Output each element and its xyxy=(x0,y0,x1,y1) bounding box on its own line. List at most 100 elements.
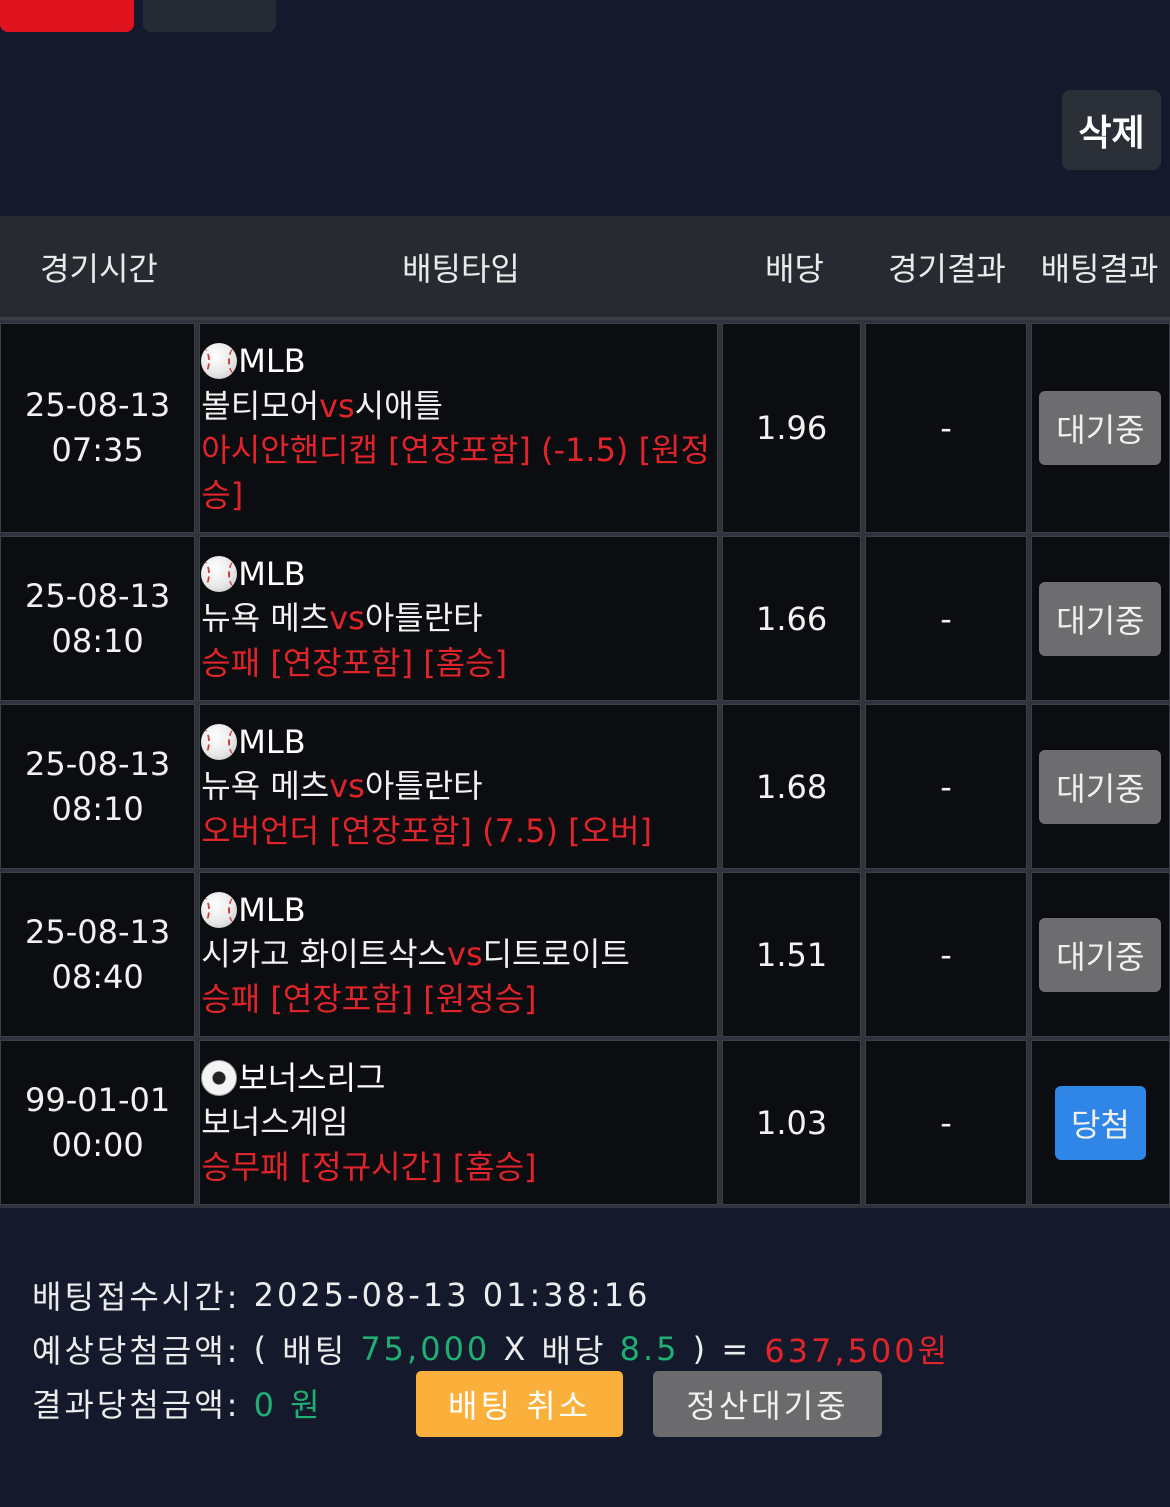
odds-cell: 1.96 xyxy=(722,323,862,533)
bet-status-badge[interactable]: 대기중 xyxy=(1039,917,1162,992)
home-team: 시카고 화이트삭스 xyxy=(201,935,447,974)
table-row: 99-01-01 00:00 보너스리그 보너스게임 승무패 [정규시간] [홈… xyxy=(0,1037,1170,1205)
column-header-odds: 배당 xyxy=(765,249,824,288)
match-teams: 뉴욕 메츠vs아틀란타 xyxy=(201,596,507,641)
game-date: 99-01-01 xyxy=(25,1080,171,1119)
baseball-icon xyxy=(201,556,238,592)
vs-label: vs xyxy=(319,386,355,425)
game-time: 00:00 xyxy=(51,1125,144,1164)
game-time: 07:35 xyxy=(51,431,144,469)
league-name: MLB xyxy=(238,890,306,929)
bet-type-cell: MLB 뉴욕 메츠vs아틀란타 오버언더 [연장포함] (7.5) [오버] xyxy=(199,704,719,869)
bet-label: 배팅 xyxy=(282,1332,348,1370)
match-teams: 시카고 화이트삭스vs디트로이트 xyxy=(201,932,630,977)
expected-win-line: 예상당첨금액: ( 배팅 75,000 X 배당 8.5 ) = 637,500… xyxy=(32,1322,950,1376)
game-result-cell: - xyxy=(865,536,1027,701)
top-tab-active[interactable] xyxy=(0,0,134,32)
bet-result-cell: 대기중 xyxy=(1030,872,1170,1037)
bet-status-badge[interactable]: 대기중 xyxy=(1039,581,1162,656)
bet-type-cell: MLB 시카고 화이트삭스vs디트로이트 승패 [연장포함] [원정승] xyxy=(199,872,719,1037)
away-team: 디트로이트 xyxy=(482,935,630,974)
bet-type-cell: MLB 볼티모어vs시애틀 아시안핸디캡 [연장포함] (-1.5) [원정승] xyxy=(199,323,719,533)
table-bottom-border xyxy=(0,1205,1170,1208)
home-team: 뉴욕 메츠 xyxy=(201,599,330,638)
game-time-cell: 99-01-01 00:00 xyxy=(0,1040,196,1205)
result-amount: 0 원 xyxy=(253,1386,323,1424)
expected-label: 예상당첨금액: xyxy=(32,1332,241,1370)
baseball-icon xyxy=(201,892,238,928)
column-header-game-time: 경기시간 xyxy=(40,249,158,288)
game-time-cell: 25-08-13 08:10 xyxy=(0,704,196,869)
bet-time-value: 2025-08-13 01:38:16 xyxy=(253,1276,651,1314)
bet-type-cell: MLB 뉴욕 메츠vs아틀란타 승패 [연장포함] [홈승] xyxy=(199,536,719,701)
bet-status-badge[interactable]: 당첨 xyxy=(1054,1085,1146,1160)
game-result-cell: - xyxy=(865,1040,1027,1205)
bet-amount: 75,000 xyxy=(360,1330,491,1368)
vs-label: vs xyxy=(329,767,365,806)
game-date: 25-08-13 xyxy=(25,744,171,783)
column-header-game-result: 경기결과 xyxy=(888,249,1006,288)
league-name: 보너스리그 xyxy=(238,1058,386,1097)
game-time-cell: 25-08-13 08:10 xyxy=(0,536,196,701)
game-result-cell: - xyxy=(865,704,1027,869)
table-header: 경기시간 배팅타입 배당 경기결과 배팅결과 xyxy=(0,216,1170,320)
baseball-icon xyxy=(201,724,238,760)
odds-cell: 1.51 xyxy=(722,872,862,1037)
bet-time-label: 배팅접수시간: xyxy=(32,1278,241,1316)
odds-cell: 1.68 xyxy=(722,704,862,869)
total-odds: 8.5 xyxy=(619,1330,680,1368)
vs-label: vs xyxy=(329,599,365,638)
league-name: MLB xyxy=(238,554,306,593)
delete-button[interactable]: 삭제 xyxy=(1062,90,1161,170)
game-result-cell: - xyxy=(865,872,1027,1037)
match-teams: 뉴욕 메츠vs아틀란타 xyxy=(201,764,652,809)
away-team: 아틀란타 xyxy=(364,767,483,806)
vs-label: vs xyxy=(447,935,483,974)
league-name: MLB xyxy=(238,722,306,761)
bet-result-cell: 대기중 xyxy=(1030,323,1170,533)
table-row: 25-08-13 08:40 MLB 시카고 화이트삭스vs디트로이트 승패 [… xyxy=(0,869,1170,1037)
game-date: 25-08-13 xyxy=(25,576,171,615)
bet-result-cell: 대기중 xyxy=(1030,536,1170,701)
column-header-bet-type: 배팅타입 xyxy=(402,249,520,288)
bet-type-cell: 보너스리그 보너스게임 승무패 [정규시간] [홈승] xyxy=(199,1040,719,1205)
home-team: 뉴욕 메츠 xyxy=(201,767,330,806)
game-time-cell: 25-08-13 07:35 xyxy=(0,323,196,533)
bet-table: 경기시간 배팅타입 배당 경기결과 배팅결과 25-08-13 07:35 ML… xyxy=(0,216,1170,1208)
paren-open: ( xyxy=(253,1330,270,1368)
bet-status-badge[interactable]: 대기중 xyxy=(1039,391,1162,465)
soccer-ball-icon xyxy=(201,1060,238,1096)
paren-close: ) xyxy=(692,1330,709,1368)
away-team: 아틀란타 xyxy=(364,599,483,638)
bet-pick: 오버언더 [연장포함] (7.5) [오버] xyxy=(201,811,653,850)
game-time: 08:10 xyxy=(51,621,144,660)
bet-time-line: 배팅접수시간: 2025-08-13 01:38:16 xyxy=(32,1268,950,1322)
top-tab-inactive[interactable] xyxy=(143,0,276,32)
equals-sign: = xyxy=(721,1330,752,1368)
home-team: 보너스게임 xyxy=(201,1103,349,1142)
odds-cell: 1.66 xyxy=(722,536,862,701)
away-team: 시애틀 xyxy=(354,386,443,425)
odds-label: 배당 xyxy=(541,1332,607,1370)
result-label: 결과당첨금액: xyxy=(32,1386,241,1424)
home-team: 볼티모어 xyxy=(201,386,320,425)
baseball-icon xyxy=(201,343,238,380)
bet-status-badge[interactable]: 대기중 xyxy=(1039,749,1162,824)
bet-pick: 승무패 [정규시간] [홈승] xyxy=(201,1147,537,1186)
league-name: MLB xyxy=(238,342,306,380)
column-header-bet-result: 배팅결과 xyxy=(1040,249,1159,288)
bet-result-cell: 당첨 xyxy=(1030,1040,1170,1205)
table-body: 25-08-13 07:35 MLB 볼티모어vs시애틀 아시안핸디캡 [연장포… xyxy=(0,320,1170,1208)
game-time: 08:40 xyxy=(51,957,144,996)
game-time: 08:10 xyxy=(51,789,144,828)
table-row: 25-08-13 08:10 MLB 뉴욕 메츠vs아틀란타 승패 [연장포함]… xyxy=(0,533,1170,701)
bet-pick: 아시안핸디캡 [연장포함] (-1.5) [원정승] xyxy=(201,431,710,514)
table-row: 25-08-13 08:10 MLB 뉴욕 메츠vs아틀란타 오버언더 [연장포… xyxy=(0,701,1170,869)
game-time-cell: 25-08-13 08:40 xyxy=(0,872,196,1037)
match-teams: 보너스게임 xyxy=(201,1100,536,1145)
table-row: 25-08-13 07:35 MLB 볼티모어vs시애틀 아시안핸디캡 [연장포… xyxy=(0,320,1170,533)
cancel-bet-button[interactable]: 배팅 취소 xyxy=(416,1371,623,1437)
bet-pick: 승패 [연장포함] [홈승] xyxy=(201,643,508,682)
multiply-sign: X xyxy=(503,1330,529,1368)
settlement-pending-button[interactable]: 정산대기중 xyxy=(653,1371,882,1437)
